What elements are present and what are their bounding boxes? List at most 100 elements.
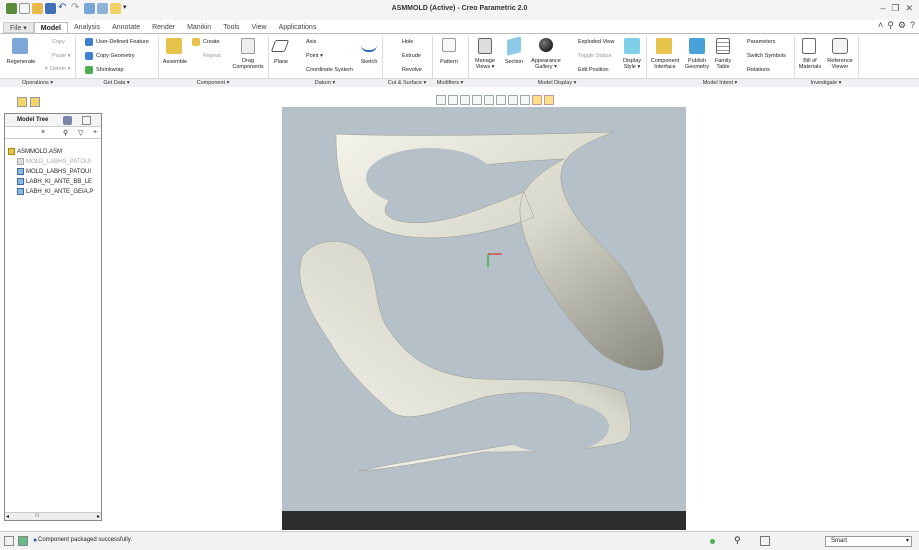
toggle-status-button[interactable]: Toggle Status xyxy=(578,53,611,59)
settings-icon[interactable]: ⚙ xyxy=(898,20,906,31)
scroll-left-icon[interactable]: ◂ xyxy=(6,513,9,520)
search-icon[interactable]: ⚲ xyxy=(887,20,894,31)
sketch-button[interactable]: Sketch xyxy=(356,59,382,65)
model-tree-search[interactable]: × ⚲ ▽ + xyxy=(5,128,101,139)
find-icon[interactable]: ⚲ xyxy=(63,129,68,137)
tab-render[interactable]: Render xyxy=(146,22,181,33)
group-model-display[interactable]: Model Display ▾ xyxy=(468,80,646,86)
add-column-icon[interactable]: + xyxy=(93,129,97,136)
favorites-icon[interactable] xyxy=(30,97,40,107)
group-operations[interactable]: Operations ▾ xyxy=(0,80,75,86)
axis-button[interactable]: Axis xyxy=(306,39,316,45)
selected-items-icon[interactable] xyxy=(760,536,770,546)
paste-button[interactable]: Paste ▾ xyxy=(52,53,70,59)
saved-orientations-icon[interactable] xyxy=(496,95,506,105)
drag-components-button[interactable]: Drag Components xyxy=(228,58,268,70)
coordinate-system-button[interactable]: Coordinate System xyxy=(306,67,353,73)
tree-horizontal-scrollbar[interactable]: ◂ III ▸ xyxy=(5,512,101,520)
group-cut-surface[interactable]: Cut & Surface ▾ xyxy=(382,80,432,86)
zoom-in-icon[interactable] xyxy=(448,95,458,105)
selection-filter[interactable]: Smart ▾ xyxy=(825,536,912,547)
spin-center-icon[interactable] xyxy=(544,95,554,105)
regenerate-button[interactable]: Regenerate xyxy=(4,59,38,65)
view-manager-icon[interactable] xyxy=(508,95,518,105)
tree-settings-icon[interactable] xyxy=(63,116,72,125)
help-icon[interactable]: ? xyxy=(910,20,915,31)
display-style-icon xyxy=(624,38,640,54)
model-tree-tab-icon[interactable] xyxy=(4,97,14,107)
find-icon[interactable]: ⚲ xyxy=(734,535,741,546)
section-button[interactable]: Section xyxy=(500,59,528,65)
refit-icon[interactable] xyxy=(436,95,446,105)
create-button[interactable]: Create xyxy=(203,39,220,45)
group-investigate[interactable]: Investigate ▾ xyxy=(794,80,858,86)
exploded-view-button[interactable]: Exploded View xyxy=(578,39,614,45)
switch-symbols-button[interactable]: Switch Symbols xyxy=(747,53,786,59)
annotation-display-icon[interactable] xyxy=(532,95,542,105)
point-button[interactable]: Point ▾ xyxy=(306,53,323,59)
component-interface-label-2: Interface xyxy=(654,64,676,70)
tab-model[interactable]: Model xyxy=(33,22,68,33)
navigator-toggle-icon[interactable] xyxy=(4,536,14,546)
bill-of-materials-button[interactable]: Bill of Materials xyxy=(796,58,824,70)
component-interface-button[interactable]: Component Interface xyxy=(648,58,682,70)
tree-item-mold-suppressed[interactable]: MOLD_LABHS_PATOUI xyxy=(17,158,91,165)
tab-analysis[interactable]: Analysis xyxy=(68,22,106,33)
parameters-button[interactable]: Parameters xyxy=(747,39,775,45)
filter-icon[interactable]: ▽ xyxy=(78,129,83,137)
group-datum[interactable]: Datum ▾ xyxy=(268,80,382,86)
regenerate-icon[interactable] xyxy=(12,38,28,54)
delete-button[interactable]: ✕ Delete ▾ xyxy=(44,66,70,72)
tab-view[interactable]: View xyxy=(246,22,273,33)
scroll-right-icon[interactable]: ▸ xyxy=(97,513,100,520)
tree-item-part-geia[interactable]: LABH_KI_ANTE_GEIA.P xyxy=(17,188,93,195)
assemble-button[interactable]: Assemble xyxy=(158,59,192,65)
tab-annotate[interactable]: Annotate xyxy=(106,22,146,33)
zoom-out-icon[interactable] xyxy=(460,95,470,105)
tree-item-part-bb[interactable]: LABH_KI_ANTE_BB_LE xyxy=(17,178,92,185)
pattern-button[interactable]: Pattern xyxy=(436,59,462,65)
close-icon[interactable]: ✕ xyxy=(905,3,913,14)
datum-display-icon[interactable] xyxy=(520,95,530,105)
tab-applications[interactable]: Applications xyxy=(273,22,323,33)
tree-item-root[interactable]: ASMMOLD.ASM xyxy=(8,148,62,155)
extrude-button[interactable]: Extrude xyxy=(402,53,421,59)
tab-manikin[interactable]: Manikin xyxy=(181,22,217,33)
repaint-icon[interactable] xyxy=(472,95,482,105)
copy-button[interactable]: Copy xyxy=(52,39,65,45)
plane-button[interactable]: Plane xyxy=(268,59,294,65)
appearance-gallery-button[interactable]: Appearance Gallery ▾ xyxy=(528,58,564,70)
group-get-data[interactable]: Get Data ▾ xyxy=(75,80,158,86)
publish-geometry-button[interactable]: Publish Geometry xyxy=(682,58,712,70)
tree-item-label: ASMMOLD.ASM xyxy=(17,148,63,155)
display-style-icon[interactable] xyxy=(484,95,494,105)
restore-icon[interactable]: ❐ xyxy=(891,3,899,14)
relations-button[interactable]: Relations xyxy=(747,67,770,73)
tree-item-mold[interactable]: MOLD_LABHS_PATOUI xyxy=(17,168,91,175)
group-modifiers[interactable]: Modifiers ▾ xyxy=(432,80,468,86)
graphics-window[interactable] xyxy=(104,107,919,530)
tree-columns-icon[interactable] xyxy=(82,116,91,125)
minimize-icon[interactable]: – xyxy=(880,3,885,14)
revolve-button[interactable]: Revolve xyxy=(402,67,422,73)
appearance-label-2: Gallery ▾ xyxy=(535,64,557,70)
display-style-button[interactable]: Display Style ▾ xyxy=(618,58,646,70)
group-model-intent[interactable]: Model Intent ▾ xyxy=(646,80,794,86)
hole-button[interactable]: Hole xyxy=(402,39,413,45)
family-table-button[interactable]: Family Table xyxy=(710,58,736,70)
copy-geometry-button[interactable]: Copy Geometry xyxy=(96,53,135,59)
manage-views-button[interactable]: Manage Views ▾ xyxy=(470,58,500,70)
edit-position-button[interactable]: Edit Position xyxy=(578,67,609,73)
tab-file[interactable]: File ▾ xyxy=(3,22,34,33)
tab-tools[interactable]: Tools xyxy=(217,22,245,33)
minimize-ribbon-icon[interactable]: ˄ xyxy=(878,20,883,31)
user-defined-feature-button[interactable]: User-Defined Feature xyxy=(96,39,149,45)
scroll-thumb[interactable]: III xyxy=(35,513,39,519)
browser-toggle-icon[interactable] xyxy=(18,536,28,546)
shrinkwrap-button[interactable]: Shrinkwrap xyxy=(96,67,124,73)
group-component[interactable]: Component ▾ xyxy=(158,80,268,86)
folder-browser-icon[interactable] xyxy=(17,97,27,107)
repeat-button[interactable]: Repeat xyxy=(203,53,221,59)
search-clear-icon[interactable]: × xyxy=(41,129,45,136)
reference-viewer-button[interactable]: Reference Viewer xyxy=(824,58,856,70)
